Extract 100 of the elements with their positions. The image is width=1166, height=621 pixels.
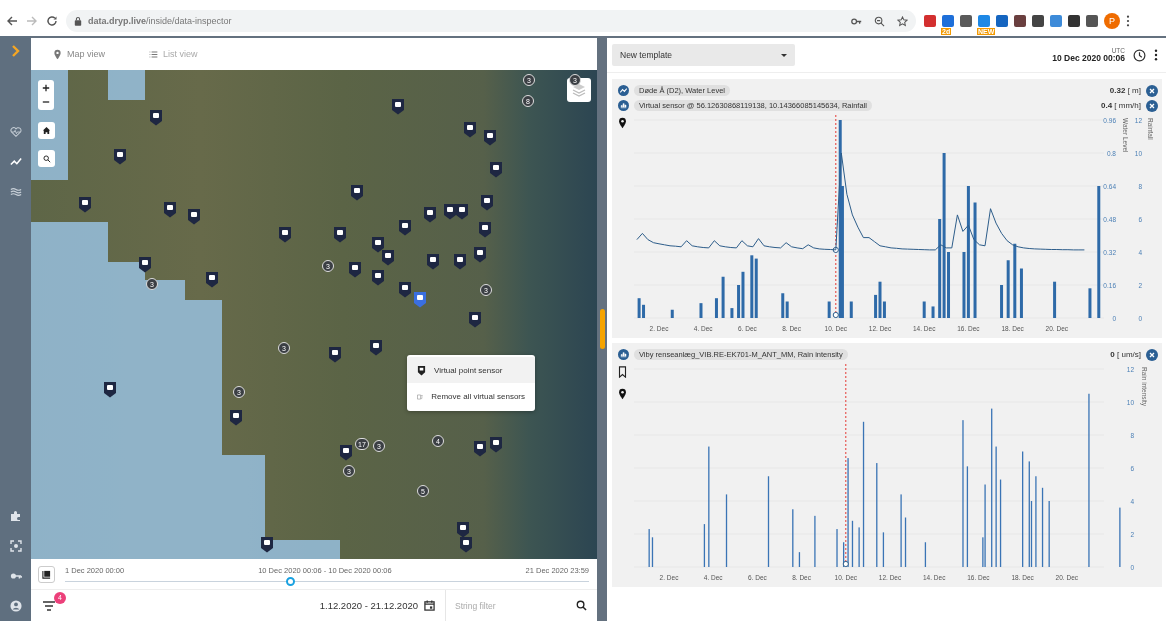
remove-series-button[interactable]: [1146, 84, 1158, 97]
back-icon[interactable]: [6, 15, 18, 27]
date-range-text: 1.12.2020 - 21.12.2020: [319, 600, 418, 611]
filter-button[interactable]: [41, 598, 57, 613]
star-icon[interactable]: [897, 15, 908, 27]
waves-icon[interactable]: [9, 186, 22, 198]
series-value: 0 [ um/s]: [1110, 350, 1141, 359]
extension-icon[interactable]: [1014, 15, 1026, 27]
chevron-right-icon[interactable]: [9, 45, 22, 57]
extension-icon[interactable]: [996, 15, 1008, 27]
zoom-out-icon[interactable]: [42, 98, 50, 106]
reload-icon[interactable]: [46, 15, 58, 27]
url-text: data.dryp.live/inside/data-inspector: [88, 16, 232, 26]
map-marker-icon[interactable]: [489, 436, 503, 453]
pin-icon[interactable]: [618, 117, 627, 129]
pin-icon[interactable]: [618, 388, 627, 400]
pin-icon: [53, 48, 62, 60]
search-button[interactable]: [38, 150, 55, 167]
remove-series-button[interactable]: [1146, 348, 1158, 361]
map-view-tab[interactable]: Map view: [51, 44, 107, 64]
extension-icon[interactable]: [942, 15, 954, 27]
map-marker-icon[interactable]: [260, 536, 274, 553]
extension-icon[interactable]: [1086, 15, 1098, 27]
extension-icon[interactable]: [1032, 15, 1044, 27]
map-marker-icon[interactable]: [391, 98, 405, 115]
map-marker-icon[interactable]: [468, 311, 482, 328]
search-icon: [42, 154, 51, 163]
map-marker-icon[interactable]: [278, 226, 292, 243]
map-marker-icon[interactable]: [138, 256, 152, 273]
map-marker-icon[interactable]: [398, 281, 412, 298]
map-marker-icon[interactable]: [348, 261, 362, 278]
series-value: 0.4 [ mm/h]: [1101, 101, 1141, 110]
caret-icon: [781, 53, 787, 57]
coverage-area: [108, 70, 145, 100]
extension-icon[interactable]: [924, 15, 936, 27]
layers-icon: [571, 82, 587, 98]
frame-icon[interactable]: [9, 540, 22, 552]
menu-item[interactable]: Remove all virtual sensors: [407, 383, 535, 409]
map-marker-icon[interactable]: [369, 339, 383, 356]
map-marker-icon[interactable]: [229, 409, 243, 426]
map-marker-icon[interactable]: [205, 271, 219, 288]
template-dropdown[interactable]: New template: [612, 44, 795, 66]
map-marker-icon[interactable]: [423, 206, 437, 223]
map-marker-icon[interactable]: [443, 203, 457, 220]
map-marker-icon[interactable]: [455, 203, 469, 220]
layers-button[interactable]: [567, 78, 591, 102]
map-marker-icon[interactable]: [426, 253, 440, 270]
map-marker-icon[interactable]: [78, 196, 92, 213]
timeline-toggle-button[interactable]: [38, 565, 55, 583]
calendar-icon[interactable]: [424, 600, 435, 611]
remove-series-button[interactable]: [1146, 99, 1158, 112]
more-icon[interactable]: [1126, 15, 1130, 27]
zoom-in-icon[interactable]: [42, 84, 50, 92]
map-marker-icon[interactable]: [459, 536, 473, 553]
map-marker-icon[interactable]: [328, 346, 342, 363]
map-marker-icon[interactable]: [103, 381, 117, 398]
map-marker-icon[interactable]: [453, 253, 467, 270]
more-icon[interactable]: [1154, 49, 1158, 61]
map-marker-icon[interactable]: [398, 219, 412, 236]
map-marker-icon[interactable]: [478, 221, 492, 238]
map-marker-icon[interactable]: [113, 148, 127, 165]
time-cursor[interactable]: [832, 115, 839, 319]
map-marker-icon[interactable]: [483, 129, 497, 146]
time-cursor[interactable]: [842, 364, 849, 568]
heart-pulse-icon[interactable]: [9, 126, 22, 138]
slider-thumb[interactable]: [285, 577, 295, 586]
map-marker-icon[interactable]: [149, 109, 163, 126]
zoom-icon[interactable]: [874, 15, 885, 27]
map-marker-icon[interactable]: [489, 161, 503, 178]
list-icon: [149, 48, 158, 60]
map-marker-icon[interactable]: [333, 226, 347, 243]
bar-series-icon: [618, 100, 629, 111]
address-bar[interactable]: data.dryp.live/inside/data-inspector: [66, 10, 916, 32]
extension-icon[interactable]: [1068, 15, 1080, 27]
search-icon[interactable]: [576, 600, 587, 611]
map-marker-icon[interactable]: [187, 208, 201, 225]
map-marker-icon[interactable]: [350, 184, 364, 201]
map-marker-icon[interactable]: [381, 249, 395, 266]
bookmark-icon[interactable]: [618, 366, 627, 378]
map-marker-icon[interactable]: [480, 194, 494, 211]
map-marker-icon[interactable]: [473, 246, 487, 263]
map-marker-icon[interactable]: [456, 521, 470, 538]
home-button[interactable]: [38, 122, 55, 139]
map-marker-icon[interactable]: [473, 440, 487, 457]
map-marker-icon[interactable]: [163, 201, 177, 218]
extension-icon[interactable]: [960, 15, 972, 27]
menu-item[interactable]: Virtual point sensor: [407, 357, 535, 383]
splitter-handle[interactable]: [599, 308, 605, 349]
filter-icon: [43, 600, 55, 611]
trend-icon[interactable]: [9, 156, 22, 168]
map-marker-icon[interactable]: [339, 444, 353, 461]
clock-icon[interactable]: [1133, 48, 1146, 62]
sensor-marker-icon: [417, 364, 426, 376]
map-marker-icon[interactable]: [371, 236, 385, 253]
selected-marker-icon[interactable]: [413, 291, 427, 308]
map-marker-icon[interactable]: [463, 121, 477, 138]
map-marker-icon[interactable]: [371, 269, 385, 286]
user-icon[interactable]: [9, 600, 22, 612]
puzzle-icon[interactable]: [9, 510, 22, 522]
key-icon[interactable]: [9, 570, 22, 582]
